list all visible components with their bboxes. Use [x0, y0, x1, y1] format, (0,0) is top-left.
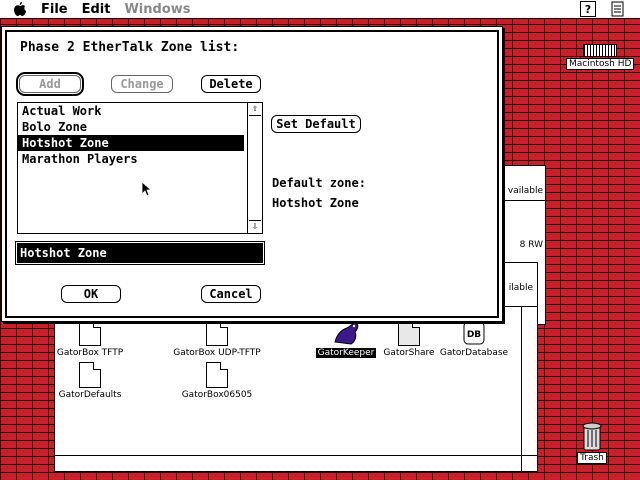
zone-list-dialog: Phase 2 EtherTalk Zone list: Add Change …: [1, 26, 503, 322]
application-icon[interactable]: [610, 1, 626, 17]
zone-list-item[interactable]: Actual Work: [18, 103, 244, 119]
trash-can-icon: [582, 422, 602, 451]
file-label: GatorShare: [383, 348, 435, 358]
document-icon: [79, 320, 101, 346]
help-icon[interactable]: ?: [580, 1, 596, 17]
file-label: GatorKeeper: [315, 348, 377, 358]
zone-list-scrollbar[interactable]: ⇧ ⇩: [247, 103, 262, 233]
scroll-down-arrow-icon[interactable]: ⇩: [249, 220, 261, 233]
document-icon: [206, 362, 228, 388]
cancel-button[interactable]: Cancel: [201, 285, 261, 303]
dialog-title: Phase 2 EtherTalk Zone list:: [20, 40, 240, 55]
window-available-text-2: ilable: [508, 283, 533, 293]
default-zone-value: Hotshot Zone: [272, 196, 359, 210]
hard-disk-label: Macintosh HD: [566, 58, 635, 70]
settings-document-icon: [79, 362, 101, 388]
dialog-frame: Phase 2 EtherTalk Zone list: Add Change …: [5, 30, 499, 318]
file-icon-gatorshare[interactable]: GatorShare: [378, 320, 440, 358]
hard-disk-glyph: [583, 44, 617, 57]
resize-box[interactable]: [521, 455, 537, 471]
add-button[interactable]: Add: [16, 72, 84, 96]
svg-text:DB: DB: [467, 330, 481, 340]
menu-windows[interactable]: Windows: [124, 2, 190, 17]
trash-icon[interactable]: Trash: [574, 420, 610, 464]
file-label: GatorDefaults: [58, 390, 122, 400]
zone-list-item[interactable]: Bolo Zone: [18, 119, 244, 135]
zone-list-item-selected[interactable]: Hotshot Zone: [18, 135, 244, 151]
file-label: GatorBox TFTP: [56, 348, 124, 358]
zone-name-field[interactable]: Hotshot Zone: [15, 241, 265, 265]
file-label: GatorBox UDP-TFTP: [173, 348, 261, 358]
default-zone-label: Default zone:: [272, 176, 366, 190]
window-rw-text: 8 RW: [519, 240, 543, 250]
scroll-up-arrow-icon[interactable]: ⇧: [249, 103, 261, 116]
file-icon-gatorbox-tftp[interactable]: GatorBox TFTP: [52, 320, 128, 358]
hard-disk-icon[interactable]: Macintosh HD: [566, 44, 635, 70]
horizontal-scrollbar[interactable]: [55, 455, 521, 471]
zone-list-item[interactable]: Marathon Players: [18, 151, 244, 167]
help-icon-glyph: ?: [584, 2, 592, 16]
menu-edit[interactable]: Edit: [82, 2, 111, 17]
document-icon: [206, 320, 228, 346]
file-icon-gatorkeeper[interactable]: GatorKeeper: [312, 320, 380, 358]
file-icon-gatordefaults[interactable]: GatorDefaults: [54, 362, 126, 400]
change-button[interactable]: Change: [111, 75, 173, 93]
gator-icon: [334, 323, 359, 345]
file-icon-gatorbox06505[interactable]: GatorBox06505: [176, 362, 258, 400]
set-default-button[interactable]: Set Default: [271, 115, 361, 133]
mouse-pointer-icon: [141, 181, 151, 197]
trash-label: Trash: [577, 452, 607, 464]
apple-menu-icon[interactable]: [13, 2, 27, 16]
file-icon-gatorbox-udp-tftp[interactable]: GatorBox UDP-TFTP: [168, 320, 266, 358]
delete-button[interactable]: Delete: [201, 75, 261, 93]
vertical-scrollbar[interactable]: [521, 307, 537, 471]
share-document-icon: [398, 320, 420, 346]
file-label: GatorDatabase: [439, 348, 509, 358]
file-icon-gatordatabase[interactable]: DB GatorDatabase: [436, 320, 512, 358]
file-label: GatorBox06505: [181, 390, 253, 400]
database-icon: DB: [463, 321, 485, 345]
menu-bar: File Edit Windows ?: [0, 0, 640, 19]
menu-file[interactable]: File: [41, 2, 68, 17]
ok-button[interactable]: OK: [61, 285, 121, 303]
zone-list[interactable]: Actual Work Bolo Zone Hotshot Zone Marat…: [17, 102, 263, 234]
window-available-text: vailable: [507, 186, 543, 196]
